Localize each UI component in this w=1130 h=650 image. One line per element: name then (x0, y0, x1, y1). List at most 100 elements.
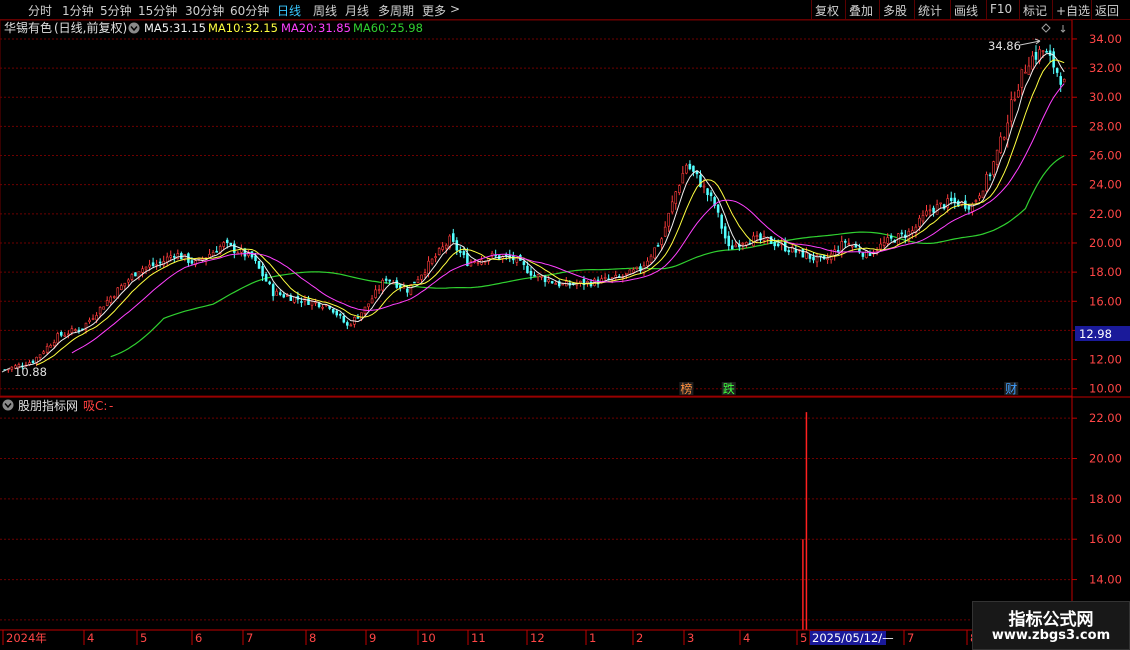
candle-body (434, 256, 437, 259)
price-tick-3: 16.00 (1089, 294, 1122, 308)
price-tick-12: 34.00 (1089, 32, 1122, 46)
candle-body (105, 300, 109, 306)
candle-body (978, 195, 981, 199)
candle-body (812, 256, 815, 261)
candle-body (367, 303, 370, 308)
candle-body (346, 322, 349, 326)
candle-body (257, 260, 261, 269)
dropdown-icon[interactable] (128, 22, 140, 34)
candle-body (1002, 137, 1006, 140)
candlestick-layer (3, 44, 1066, 373)
candle-body (243, 248, 247, 257)
ma5-value: 31.15 (173, 21, 206, 35)
candle-body (670, 201, 674, 213)
ma20-value: 31.85 (318, 21, 351, 35)
candle-body (130, 274, 134, 280)
candle-body (342, 315, 346, 323)
candle-body (974, 200, 978, 202)
candle-body (529, 270, 533, 276)
candle-body (49, 345, 52, 348)
month-tick-0: 2024年 (6, 631, 47, 645)
ma10-value: 32.15 (245, 21, 278, 35)
candle-body (727, 235, 731, 247)
candle-body (370, 298, 374, 304)
candle-body (455, 240, 459, 251)
candle-body (1034, 51, 1038, 60)
month-tick-2: 5 (140, 631, 147, 645)
candle-body (264, 274, 268, 282)
candle-body (74, 329, 77, 331)
candle-body (851, 245, 854, 248)
candle-body (123, 282, 127, 287)
candle-body (416, 279, 420, 283)
candle-body (660, 238, 663, 245)
indicator-label: 吸C: (83, 399, 107, 413)
candle-body (430, 258, 434, 264)
candle-body (702, 185, 706, 188)
candle-body (706, 188, 709, 196)
watermark-url: www.zbgs3.com (991, 628, 1111, 643)
month-tick-12: 3 (687, 631, 694, 645)
price-tick-9: 28.00 (1089, 119, 1122, 133)
candle-body (988, 174, 992, 177)
candle-body (723, 226, 727, 239)
candle-body (646, 260, 649, 266)
candle-body (854, 244, 858, 248)
month-tick-3: 6 (195, 631, 202, 645)
candle-body (699, 175, 702, 188)
candle-body (900, 232, 904, 235)
candle-body (1045, 51, 1048, 53)
price-tick-11: 32.00 (1089, 61, 1122, 75)
candle-body (413, 281, 416, 284)
candle-body (384, 278, 388, 281)
scroll-down-icon[interactable] (1060, 25, 1066, 33)
candle-body (151, 262, 155, 266)
candle-body (928, 209, 932, 212)
candle-body (674, 191, 678, 204)
candle-body (144, 266, 148, 270)
candle-body (406, 288, 409, 293)
candle-body (667, 212, 670, 227)
candle-body (656, 245, 660, 247)
indicator-value: - (109, 399, 113, 413)
diamond-icon[interactable] (1041, 23, 1051, 33)
candle-body (95, 315, 98, 321)
candle-body (427, 260, 430, 274)
candle-body (981, 190, 985, 199)
candle-body (141, 268, 144, 273)
candle-body (254, 255, 257, 262)
price-tick-7: 24.00 (1089, 178, 1122, 192)
candle-body (127, 279, 130, 283)
candle-body (1017, 89, 1020, 98)
indicator-dropdown-icon[interactable] (2, 399, 14, 411)
candle-body (459, 250, 462, 253)
candle-body (579, 280, 582, 284)
candle-body (720, 214, 723, 229)
candle-body (120, 285, 123, 290)
candle-body (52, 342, 56, 347)
candle-body (1027, 65, 1031, 75)
candle-body (741, 243, 745, 245)
date-axis: 2024年456789101112123452025/05/12/—78 (0, 629, 1130, 645)
candle-body (31, 360, 35, 364)
candle-body (547, 279, 550, 283)
candle-body (286, 295, 289, 297)
candle-body (282, 294, 286, 298)
indicator-grid (0, 417, 1072, 621)
candle-body (773, 242, 776, 247)
candle-body (250, 251, 254, 258)
main-chart-grid (0, 19, 1130, 630)
candle-body (63, 334, 67, 337)
candle-body (554, 283, 557, 285)
candle-body (1020, 69, 1024, 88)
candle-body (112, 296, 116, 298)
marker-2: 财 (1005, 382, 1017, 396)
candle-body (321, 306, 324, 309)
candle-body (836, 250, 840, 252)
price-tick-5: 20.00 (1089, 236, 1122, 250)
candle-body (176, 253, 180, 260)
ma20-label: MA20: (281, 21, 317, 35)
candle-body (377, 289, 381, 291)
candle-body (331, 308, 335, 313)
candle-body (420, 274, 423, 280)
